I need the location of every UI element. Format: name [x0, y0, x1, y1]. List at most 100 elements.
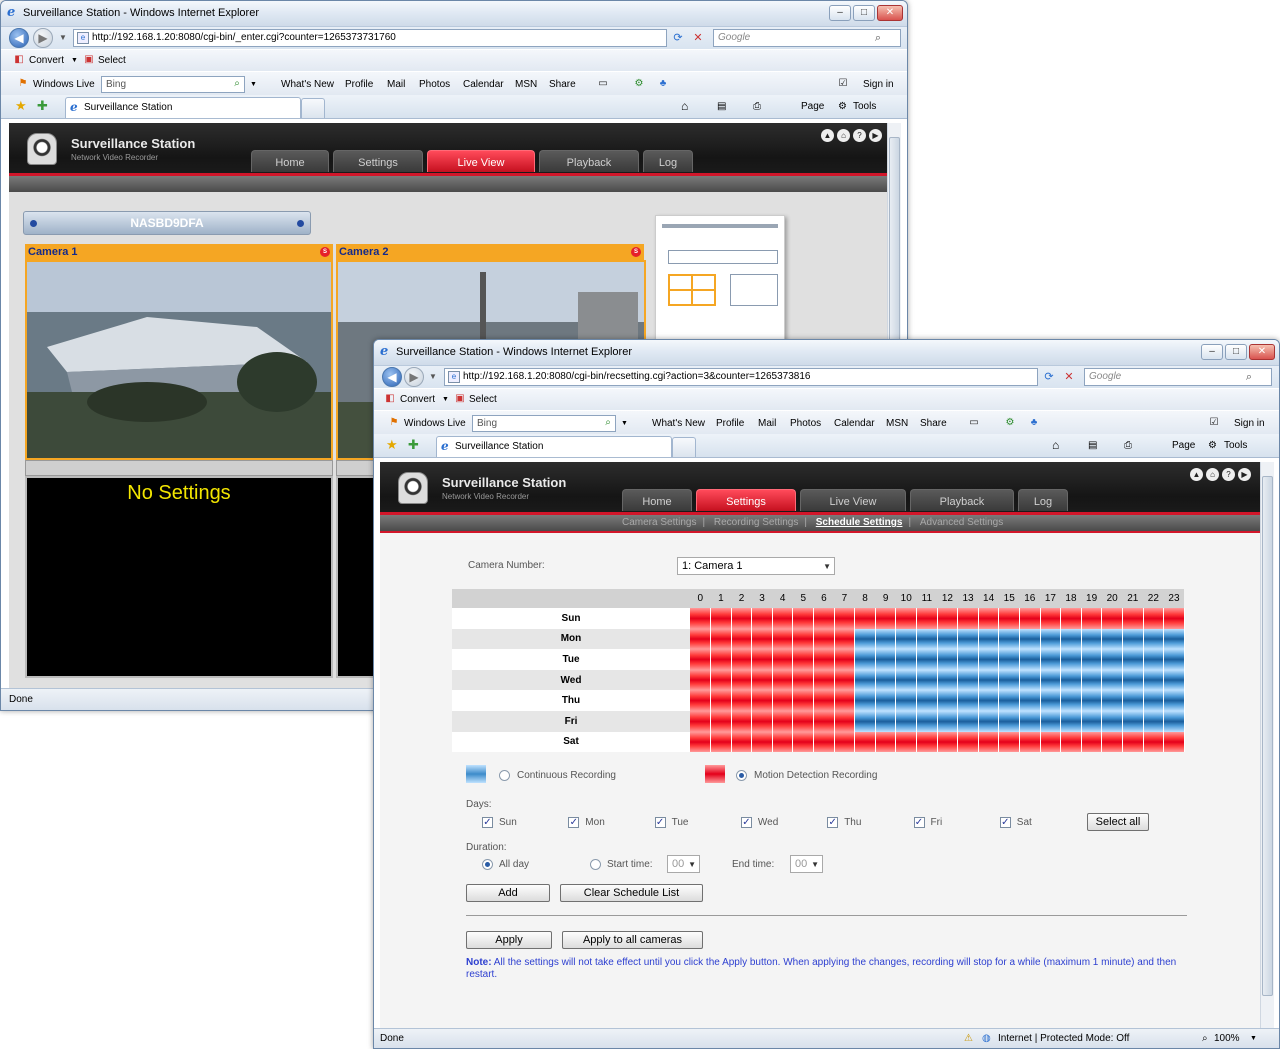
schedule-cell-motion[interactable] — [731, 669, 753, 691]
schedule-cell-motion[interactable] — [1101, 731, 1123, 753]
add-button[interactable]: Add — [466, 884, 550, 902]
schedule-cell-motion[interactable] — [916, 608, 938, 629]
schedule-cell-continuous[interactable] — [1122, 690, 1144, 711]
logout-icon[interactable]: ▶ — [869, 129, 882, 142]
schedule-cell-continuous[interactable] — [978, 649, 1000, 670]
schedule-cell-continuous[interactable] — [1143, 669, 1165, 691]
convert-button[interactable]: Convert — [400, 394, 435, 405]
schedule-cell-continuous[interactable] — [854, 669, 876, 691]
schedule-cell-motion[interactable] — [792, 628, 815, 650]
schedule-cell-continuous[interactable] — [854, 649, 876, 670]
mail-link[interactable]: Mail — [758, 418, 776, 429]
schedule-cell-continuous[interactable] — [998, 628, 1020, 650]
favorites-star-icon[interactable]: ★ — [15, 99, 27, 113]
schedule-cell-motion[interactable] — [1019, 731, 1041, 753]
schedule-cell-continuous[interactable] — [957, 669, 979, 691]
feeds-icon[interactable]: ▤ — [1088, 440, 1097, 451]
tab-surveillance-station[interactable]: e Surveillance Station — [436, 436, 672, 457]
schedule-cell-motion[interactable] — [916, 731, 938, 753]
schedule-cell-continuous[interactable] — [998, 690, 1020, 711]
schedule-cell-continuous[interactable] — [1143, 628, 1165, 650]
schedule-cell-motion[interactable] — [792, 608, 815, 629]
schedule-cell-motion[interactable] — [710, 669, 732, 691]
schedule-cell-continuous[interactable] — [1060, 669, 1082, 691]
schedule-cell-continuous[interactable] — [895, 649, 918, 670]
address-bar[interactable]: e http://192.168.1.20:8080/cgi-bin/recse… — [444, 368, 1038, 386]
schedule-cell-continuous[interactable] — [1101, 710, 1123, 732]
profile-link[interactable]: Profile — [716, 418, 744, 429]
schedule-cell-continuous[interactable] — [875, 669, 897, 691]
schedule-cell-motion[interactable] — [690, 690, 712, 711]
schedule-cell-motion[interactable] — [834, 649, 856, 670]
continuous-swatch[interactable] — [466, 765, 486, 783]
schedule-cell-motion[interactable] — [792, 710, 815, 732]
schedule-cell-continuous[interactable] — [978, 710, 1000, 732]
schedule-cell-motion[interactable] — [690, 649, 712, 670]
new-tab-button[interactable] — [672, 437, 696, 457]
schedule-cell-motion[interactable] — [1060, 608, 1082, 629]
chevron-down-icon[interactable]: ▼ — [1250, 1035, 1257, 1042]
schedule-cell-motion[interactable] — [731, 731, 753, 753]
tab-playback[interactable]: Playback — [539, 150, 639, 172]
schedule-cell-motion[interactable] — [792, 731, 815, 753]
motion-radio[interactable] — [736, 770, 747, 781]
photos-link[interactable]: Photos — [790, 418, 821, 429]
schedule-cell-motion[interactable] — [854, 731, 876, 753]
day-checkbox-mon[interactable]: ✓ — [568, 817, 580, 828]
schedule-cell-motion[interactable] — [710, 710, 732, 732]
all-day-radio[interactable] — [482, 859, 493, 870]
camera-1-view[interactable] — [25, 260, 333, 460]
refresh-icon[interactable]: ⟳ — [669, 30, 687, 46]
schedule-cell-continuous[interactable] — [1060, 710, 1082, 732]
schedule-cell-continuous[interactable] — [854, 628, 876, 650]
bing-search-input[interactable]: Bing — [472, 415, 616, 432]
schedule-cell-motion[interactable] — [813, 628, 835, 650]
schedule-cell-motion[interactable] — [751, 608, 773, 629]
schedule-cell-motion[interactable] — [834, 731, 856, 753]
schedule-cell-motion[interactable] — [813, 690, 835, 711]
schedule-cell-motion[interactable] — [1101, 608, 1123, 629]
layout-pip-icon[interactable] — [730, 274, 778, 306]
schedule-cell-continuous[interactable] — [1163, 669, 1185, 691]
forward-icon[interactable]: ▶ — [404, 367, 424, 387]
select-all-button[interactable]: Select all — [1087, 813, 1149, 831]
minimize-button[interactable]: – — [829, 5, 851, 21]
messenger-icon[interactable]: ▭ — [597, 78, 609, 90]
tab-settings[interactable]: Settings — [333, 150, 423, 172]
schedule-cell-motion[interactable] — [690, 628, 712, 650]
schedule-cell-motion[interactable] — [710, 731, 732, 753]
address-bar[interactable]: e http://192.168.1.20:8080/cgi-bin/_ente… — [73, 29, 667, 47]
back-icon[interactable]: ◀ — [382, 367, 402, 387]
page-menu[interactable]: Page — [801, 101, 824, 112]
close-button[interactable]: ✕ — [1249, 344, 1275, 360]
schedule-cell-continuous[interactable] — [1143, 710, 1165, 732]
zoom-level[interactable]: 100% — [1214, 1033, 1240, 1044]
schedule-cell-continuous[interactable] — [978, 669, 1000, 691]
bing-search-input[interactable]: Bing — [101, 76, 245, 93]
day-checkbox-thu[interactable]: ✓ — [827, 817, 839, 828]
schedule-cell-continuous[interactable] — [895, 690, 918, 711]
schedule-cell-motion[interactable] — [813, 731, 835, 753]
schedule-cell-continuous[interactable] — [1101, 628, 1123, 650]
day-checkbox-tue[interactable]: ✓ — [654, 817, 666, 828]
schedule-cell-continuous[interactable] — [1060, 649, 1082, 670]
schedule-cell-motion[interactable] — [834, 608, 856, 629]
schedule-cell-motion[interactable] — [978, 731, 1000, 753]
minimize-button[interactable]: – — [1201, 344, 1223, 360]
schedule-cell-motion[interactable] — [772, 649, 794, 670]
layout-quad-icon[interactable] — [668, 274, 716, 306]
schedule-cell-continuous[interactable] — [1060, 690, 1082, 711]
schedule-cell-continuous[interactable] — [895, 669, 918, 691]
schedule-cell-continuous[interactable] — [937, 710, 959, 732]
schedule-cell-continuous[interactable] — [998, 649, 1020, 670]
schedule-cell-continuous[interactable] — [1101, 669, 1123, 691]
zone-text[interactable]: Internet | Protected Mode: Off — [998, 1033, 1129, 1044]
schedule-cell-motion[interactable] — [772, 690, 794, 711]
schedule-cell-motion[interactable] — [690, 710, 712, 732]
camera-2-header[interactable]: Camera 2 S — [336, 244, 644, 260]
feeds-icon[interactable]: ▤ — [717, 101, 726, 112]
camera-number-select[interactable]: 1: Camera 1 ▼ — [677, 557, 835, 575]
tab-home[interactable]: Home — [251, 150, 329, 172]
schedule-cell-continuous[interactable] — [957, 710, 979, 732]
whats-new-link[interactable]: What's New — [281, 79, 334, 90]
